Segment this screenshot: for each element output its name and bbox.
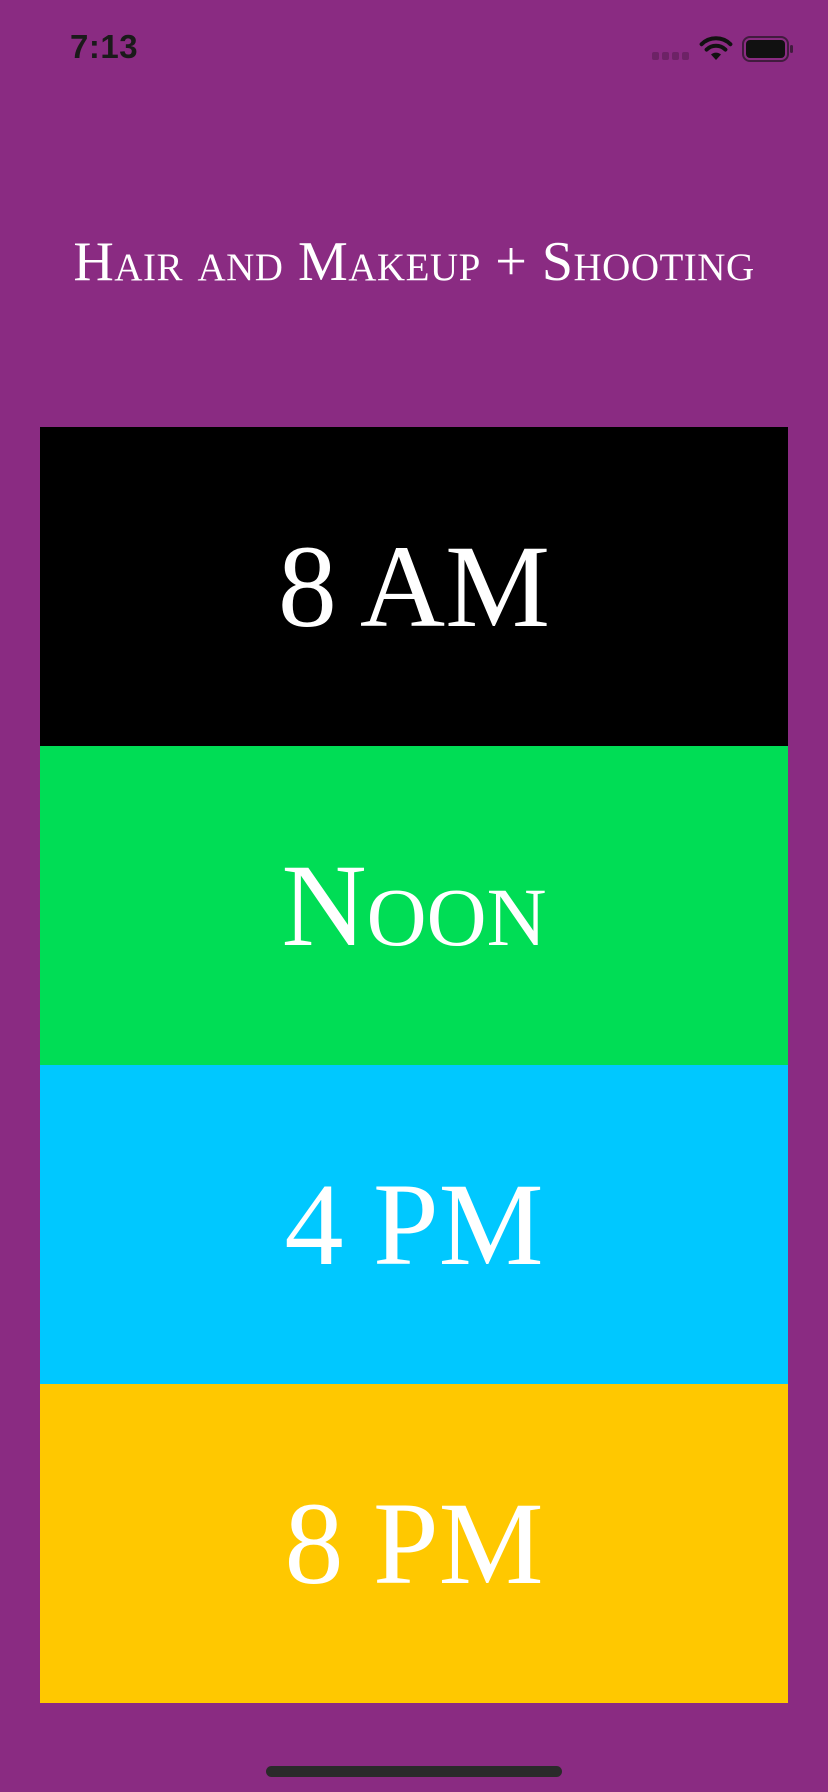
time-slot-4pm[interactable]: 4 PM — [40, 1065, 788, 1384]
time-slot-noon[interactable]: Noon — [40, 746, 788, 1065]
time-slot-label: Noon — [281, 839, 547, 971]
time-slot-list: 8 AM Noon 4 PM 8 PM — [40, 427, 788, 1703]
battery-icon — [742, 36, 793, 62]
home-indicator[interactable] — [266, 1766, 562, 1777]
time-slot-label: 8 AM — [277, 520, 551, 652]
wifi-icon — [699, 36, 733, 60]
time-slot-label: 4 PM — [284, 1158, 544, 1290]
time-slot-label: 8 PM — [284, 1477, 544, 1609]
time-slot-8pm[interactable]: 8 PM — [40, 1384, 788, 1703]
status-time: 7:13 — [70, 28, 139, 65]
page-title: Hair and Makeup + Shooting — [73, 231, 755, 293]
cellular-signal-icon — [652, 52, 692, 60]
status-bar: 7:13 — [0, 0, 828, 100]
time-slot-8am[interactable]: 8 AM — [40, 427, 788, 746]
